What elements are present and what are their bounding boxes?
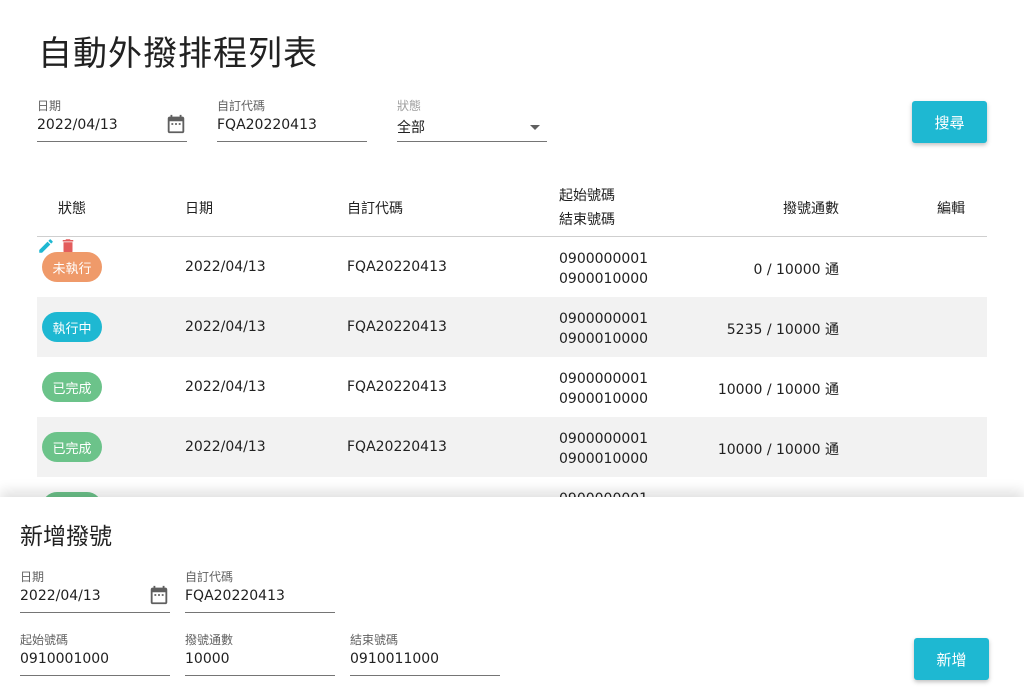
status-badge: 已完成 — [42, 372, 102, 402]
header-status: 狀態 — [58, 201, 86, 217]
row-date: 2022/04/13 — [185, 319, 266, 335]
add-start-label: 起始號碼 — [20, 633, 69, 647]
row-end: 0900010000 — [559, 271, 649, 287]
header-end: 結束號碼 — [559, 212, 615, 228]
header-code: 自訂代碼 — [347, 201, 403, 217]
add-panel-title: 新增撥號 — [20, 524, 112, 550]
add-start-field[interactable]: 起始號碼 0910001000 — [20, 631, 170, 676]
row-count: 10000 / 10000 通 — [717, 382, 839, 398]
filter-code-field[interactable]: 自訂代碼 FQA20220413 — [217, 97, 367, 142]
row-numbers: 0900000001 0900010000 — [559, 249, 648, 289]
row-code: FQA20220413 — [347, 319, 447, 335]
filter-code-value: FQA20220413 — [217, 117, 317, 133]
calendar-icon[interactable] — [165, 113, 187, 135]
filter-code-label: 自訂代碼 — [217, 99, 266, 113]
row-numbers: 0900000001 0900010000 — [559, 309, 648, 349]
row-start: 0900000001 — [559, 371, 649, 387]
add-code-label: 自訂代碼 — [185, 570, 234, 584]
dropdown-arrow-icon[interactable] — [523, 115, 547, 139]
row-start: 0900000001 — [559, 251, 649, 267]
row-date: 2022/04/13 — [185, 259, 266, 275]
row-end: 0900010000 — [559, 451, 649, 467]
header-start: 起始號碼 — [559, 188, 615, 204]
row-end: 0900010000 — [559, 391, 649, 407]
calendar-icon[interactable] — [148, 584, 170, 606]
row-count: 0 / 10000 通 — [753, 262, 839, 278]
header-date: 日期 — [185, 201, 213, 217]
add-button[interactable]: 新增 — [914, 638, 989, 680]
status-badge: 執行中 — [42, 312, 102, 342]
table-row: 未執行 2022/04/13 FQA20220413 0900000001 09… — [37, 237, 987, 297]
add-end-value: 0910011000 — [350, 651, 440, 667]
status-badge: 已完成 — [42, 432, 102, 462]
status-badge: 未執行 — [42, 252, 102, 282]
add-end-label: 結束號碼 — [350, 633, 399, 647]
row-numbers: 0900000001 0900010000 — [559, 369, 648, 409]
filter-status-value: 全部 — [397, 120, 425, 136]
row-numbers: 0900000001 0900010000 — [559, 429, 648, 469]
row-code: FQA20220413 — [347, 379, 447, 395]
add-date-field[interactable]: 日期 2022/04/13 — [20, 568, 170, 613]
row-count: 10000 / 10000 通 — [717, 442, 839, 458]
row-date: 2022/04/13 — [185, 439, 266, 455]
table-row: 已完成 2022/04/13 FQA20220413 0900000001 09… — [37, 357, 987, 417]
row-code: FQA20220413 — [347, 259, 447, 275]
filter-date-label: 日期 — [37, 99, 62, 113]
search-button[interactable]: 搜尋 — [912, 101, 987, 143]
filter-date-value: 2022/04/13 — [37, 117, 118, 133]
add-count-label: 撥號通數 — [185, 633, 234, 647]
schedule-table: 狀態 日期 自訂代碼 起始號碼 結束號碼 撥號通數 編輯 未執行 2022/04… — [37, 176, 987, 537]
row-start: 0900000001 — [559, 311, 649, 327]
filter-status-select[interactable]: 狀態 全部 — [397, 97, 547, 142]
filter-status-label: 狀態 — [397, 99, 422, 113]
add-code-field[interactable]: 自訂代碼 FQA20220413 — [185, 568, 335, 613]
filter-date-field[interactable]: 日期 2022/04/13 — [37, 97, 187, 142]
add-dial-panel: 新增撥號 日期 2022/04/13 自訂代碼 FQA20220413 起始號碼… — [0, 497, 1024, 700]
row-count: 5235 / 10000 通 — [726, 322, 839, 338]
page-title: 自動外撥排程列表 — [38, 34, 318, 74]
add-code-value: FQA20220413 — [185, 588, 285, 604]
add-date-label: 日期 — [20, 570, 45, 584]
add-count-field[interactable]: 撥號通數 10000 — [185, 631, 335, 676]
table-header: 狀態 日期 自訂代碼 起始號碼 結束號碼 撥號通數 編輯 — [37, 176, 987, 237]
row-code: FQA20220413 — [347, 439, 447, 455]
header-count: 撥號通數 — [783, 201, 839, 217]
add-date-value: 2022/04/13 — [20, 588, 101, 604]
row-end: 0900010000 — [559, 331, 649, 347]
row-start: 0900000001 — [559, 431, 649, 447]
header-edit: 編輯 — [937, 201, 965, 217]
table-row: 已完成 2022/04/13 FQA20220413 0900000001 09… — [37, 417, 987, 477]
add-start-value: 0910001000 — [20, 651, 110, 667]
table-row: 執行中 2022/04/13 FQA20220413 0900000001 09… — [37, 297, 987, 357]
add-count-value: 10000 — [185, 651, 230, 667]
row-date: 2022/04/13 — [185, 379, 266, 395]
add-end-field[interactable]: 結束號碼 0910011000 — [350, 631, 500, 676]
